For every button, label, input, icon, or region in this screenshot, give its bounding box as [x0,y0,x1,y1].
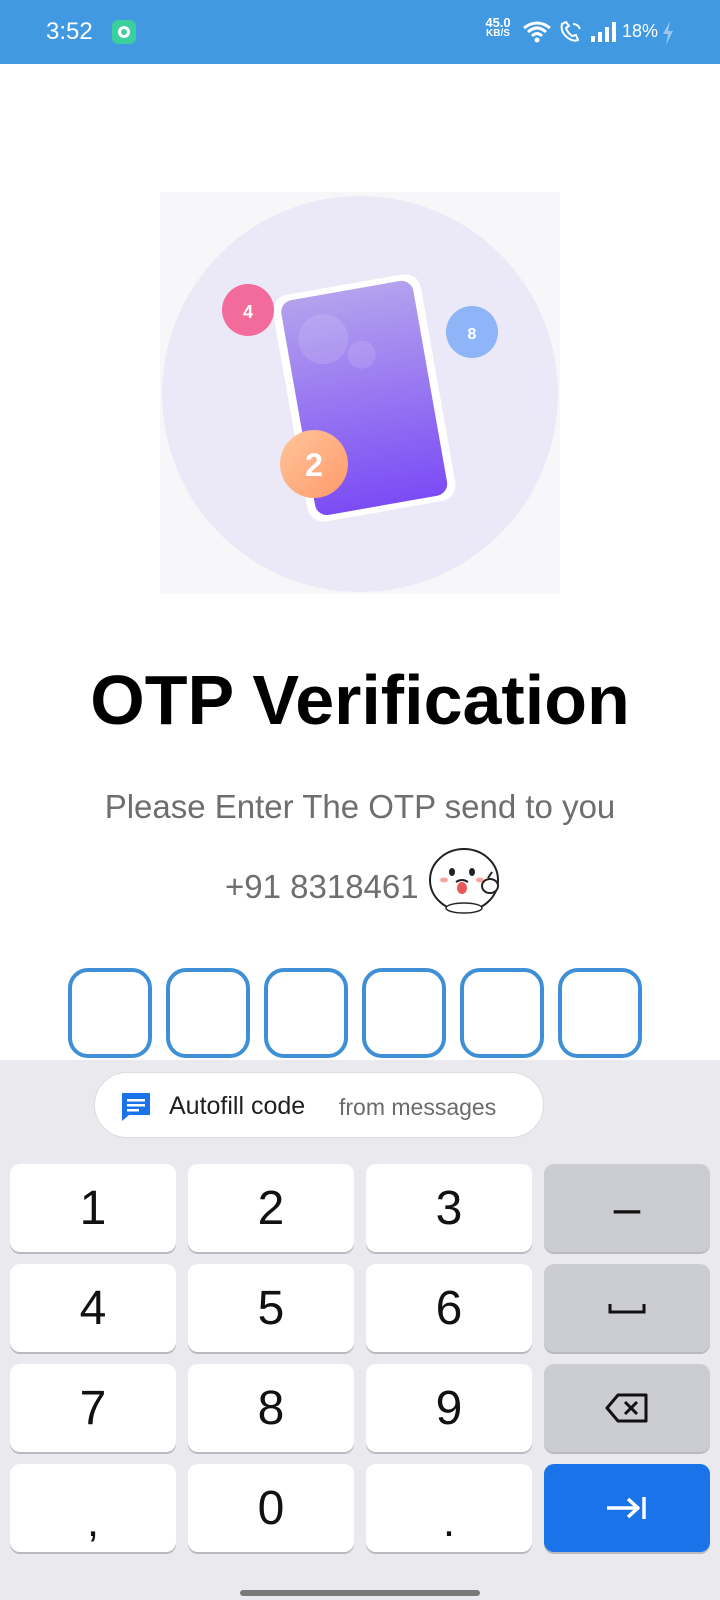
tongue-face-sticker [429,848,499,914]
status-bar: 3:52 45.0 KB/S 18% [0,0,720,64]
autofill-code-chip[interactable]: Autofill code from messages [94,1072,544,1138]
network-speed-unit: KB/S [486,28,510,39]
otp-illustration: 4 8 2 [160,192,560,594]
otp-digit-3[interactable] [264,968,348,1058]
network-speed: 45.0 KB/S [478,15,518,39]
otp-digit-5[interactable] [460,968,544,1058]
home-indicator[interactable] [240,1590,480,1596]
bubble-bottom-digit: 2 [305,447,323,483]
key-3[interactable]: 3 [366,1164,532,1252]
otp-digit-6[interactable] [558,968,642,1058]
key-2[interactable]: 2 [188,1164,354,1252]
tab-next-icon [607,1497,646,1519]
key-4[interactable]: 4 [10,1264,176,1352]
key-period-label: . [442,1497,456,1546]
charging-icon [663,21,673,45]
key-comma[interactable]: , [10,1464,176,1552]
bubble-left-digit: 4 [243,302,253,322]
app-notification-icon [112,20,136,44]
phone-number: +91 8318461 [225,868,419,905]
key-space[interactable] [544,1264,710,1352]
key-1[interactable]: 1 [10,1164,176,1252]
key-next[interactable] [544,1464,710,1552]
key-6[interactable]: 6 [366,1264,532,1352]
status-time: 3:52 [46,18,93,45]
wifi-calling-icon [560,20,581,42]
page-title: OTP Verification [90,661,630,739]
key-comma-label: , [86,1497,100,1546]
bubble-right-digit: 8 [468,326,477,343]
numeric-keyboard: Autofill code from messages 1 2 3 – 4 5 … [0,1060,720,1600]
autofill-label: Autofill code [169,1092,306,1120]
key-backspace[interactable] [544,1364,710,1452]
key-8[interactable]: 8 [188,1364,354,1452]
network-speed-value: 45.0 [485,15,511,30]
otp-digit-1[interactable] [68,968,152,1058]
signal-icon [591,22,616,42]
backspace-icon [605,1393,648,1423]
key-7[interactable]: 7 [10,1364,176,1452]
otp-digit-4[interactable] [362,968,446,1058]
key-minus[interactable]: – [544,1164,710,1252]
key-9[interactable]: 9 [366,1364,532,1452]
message-icon [122,1093,150,1121]
key-5[interactable]: 5 [188,1264,354,1352]
otp-input-row [68,968,652,1058]
key-period[interactable]: . [366,1464,532,1552]
battery-level: 18% [622,21,659,41]
key-0[interactable]: 0 [188,1464,354,1552]
page-subtitle: Please Enter The OTP send to you [104,788,616,825]
space-icon [608,1304,646,1314]
wifi-icon [523,21,551,43]
autofill-source: from messages [339,1094,497,1120]
otp-digit-2[interactable] [166,968,250,1058]
otp-illustration-graphic: 4 8 2 [162,196,558,592]
